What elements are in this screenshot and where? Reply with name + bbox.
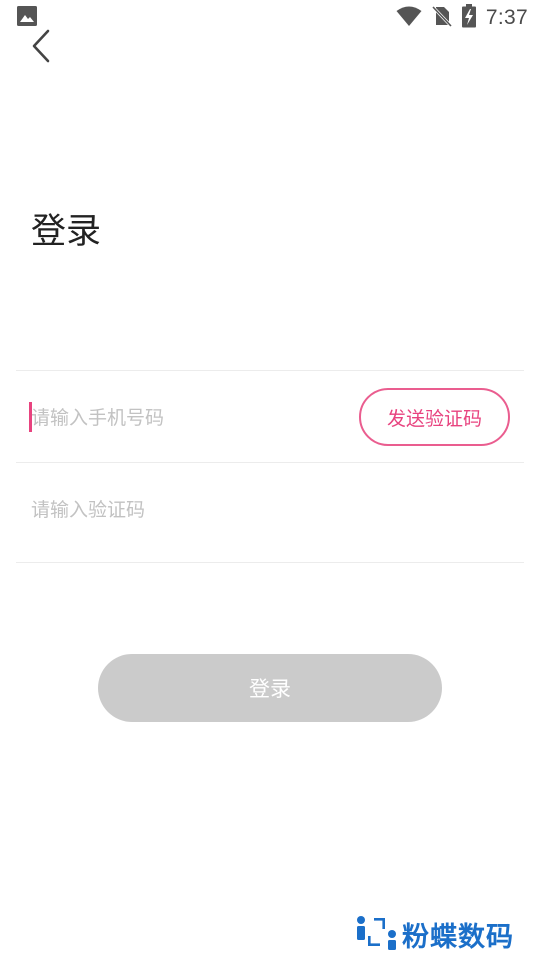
- status-bar-left: [16, 5, 38, 31]
- status-bar: 7:37: [0, 0, 540, 36]
- login-button[interactable]: 登录: [98, 654, 442, 722]
- phone-input[interactable]: [31, 398, 331, 438]
- divider-bottom: [16, 562, 524, 563]
- login-screen: 7:37 登录 发送验证码 登录: [0, 0, 540, 960]
- back-button[interactable]: [24, 29, 58, 67]
- page-title: 登录: [31, 212, 102, 252]
- no-sim-icon: [431, 5, 453, 31]
- fendie-logo-icon: [354, 912, 398, 956]
- text-cursor: [29, 402, 32, 432]
- watermark: 粉蝶数码: [354, 912, 514, 956]
- battery-charging-icon: [461, 4, 476, 32]
- status-bar-right: 7:37: [396, 4, 528, 32]
- status-time: 7:37: [485, 6, 528, 29]
- chevron-left-icon: [31, 29, 51, 67]
- send-code-button[interactable]: 发送验证码: [359, 388, 510, 446]
- divider-top: [16, 370, 524, 371]
- verification-code-input[interactable]: [31, 490, 331, 530]
- watermark-text: 粉蝶数码: [402, 921, 514, 953]
- image-notification-icon: [16, 5, 38, 31]
- wifi-icon: [396, 5, 422, 31]
- divider-middle: [16, 462, 524, 463]
